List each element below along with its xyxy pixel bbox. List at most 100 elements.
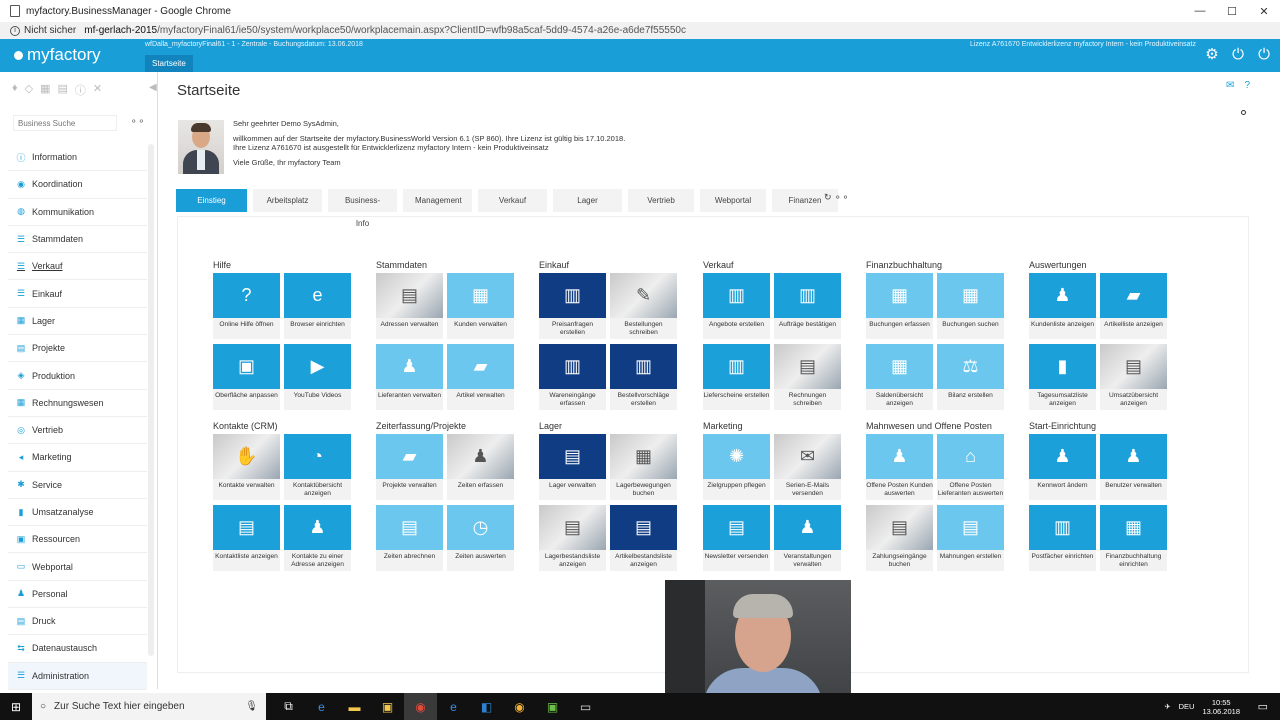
sidebar-item-projekte[interactable]: ▤ Projekte — [8, 335, 147, 363]
recorder-icon[interactable]: ▭ — [569, 693, 602, 720]
tab-lager[interactable]: Lager — [553, 189, 622, 212]
business-search-input[interactable] — [13, 115, 117, 131]
tab-einstieg[interactable]: Einstieg — [176, 189, 247, 212]
tile[interactable]: ▥ Postfächer einrichten — [1029, 505, 1096, 571]
sidebar-item-lager[interactable]: ▦ Lager — [8, 308, 147, 336]
tile[interactable]: ⚖ Bilanz erstellen — [937, 344, 1004, 410]
refresh-icon[interactable]: ↻ ⚬⚬ — [824, 192, 849, 203]
tile[interactable]: ▤ Zeiten abrechnen — [376, 505, 443, 571]
tile[interactable]: ✉ Serien-E-Mails versenden — [774, 434, 841, 500]
search-options-icon[interactable]: ⚬⚬ — [130, 116, 145, 127]
sidebar-item-service[interactable]: ✱ Service — [8, 472, 147, 499]
settings-gear-icon[interactable]: ⚙ — [1204, 47, 1220, 63]
tile[interactable]: ▰ Artikelliste anzeigen — [1100, 273, 1167, 339]
tile[interactable]: ▦ Saldenübersicht anzeigen — [866, 344, 933, 410]
tile[interactable]: ♟ Kennwort ändern — [1029, 434, 1096, 500]
notification-icon[interactable]: ▭ — [1258, 700, 1268, 713]
tile[interactable]: ▤ Umsatzübersicht anzeigen — [1100, 344, 1167, 410]
power-icon[interactable]: ⏻ — [1230, 47, 1246, 63]
tile[interactable]: ▦ Buchungen suchen — [937, 273, 1004, 339]
sidebar-item-einkauf[interactable]: ☰ Einkauf — [8, 280, 147, 308]
microphone-icon[interactable]: 🎙 — [245, 701, 258, 712]
tile[interactable]: ▰ Artikel verwalten — [447, 344, 514, 410]
tile[interactable]: ✺ Zielgruppen pflegen — [703, 434, 770, 500]
tile[interactable]: ⌂ Offene Posten Lieferanten auswerten — [937, 434, 1004, 500]
tile[interactable]: ▦ Finanzbuchhaltung einrichten — [1100, 505, 1167, 571]
sidebar-item-rechnungswesen[interactable]: ▦ Rechnungswesen — [8, 390, 147, 417]
edge-icon[interactable]: e — [305, 693, 338, 720]
tile[interactable]: ♟ Kontakte zu einer Adresse anzeigen — [284, 505, 351, 571]
tile[interactable]: ? Online Hilfe öffnen — [213, 273, 280, 339]
tab-vertrieb[interactable]: Vertrieb — [628, 189, 694, 212]
tile[interactable]: e Browser einrichten — [284, 273, 351, 339]
ie-icon[interactable]: e — [437, 693, 470, 720]
network-icon[interactable]: ✈ — [1164, 702, 1170, 711]
tab-verkauf[interactable]: Verkauf — [478, 189, 547, 212]
sidebar-scrollbar[interactable] — [148, 144, 154, 656]
eraser-icon[interactable]: ◇ — [25, 82, 33, 98]
sidebar-item-umsatzanalyse[interactable]: ▮ Umsatzanalyse — [8, 499, 147, 527]
sidebar-item-ressourcen[interactable]: ▣ Ressourcen — [8, 526, 147, 554]
tab-business-info[interactable]: Business-Info — [328, 189, 397, 228]
tile[interactable]: ♟ Veranstaltungen verwalten — [774, 505, 841, 571]
minimize-button[interactable]: — — [1184, 0, 1216, 22]
tile[interactable]: ▤ Lager verwalten — [539, 434, 606, 500]
tile[interactable]: ▥ Lieferscheine erstellen — [703, 344, 770, 410]
workspace-tab-startseite[interactable]: Startseite — [145, 55, 193, 72]
tile[interactable]: ♟ Kundenliste anzeigen — [1029, 273, 1096, 339]
tile[interactable]: ✎ Bestellungen schreiben — [610, 273, 677, 339]
tab-webportal[interactable]: Webportal — [700, 189, 766, 212]
outlook-icon[interactable]: ◧ — [470, 693, 503, 720]
sidebar-item-produktion[interactable]: ◈ Produktion — [8, 362, 147, 390]
tile[interactable]: ✋ Kontakte verwalten — [213, 434, 280, 500]
tile[interactable]: ▤ Mahnungen erstellen — [937, 505, 1004, 571]
info-icon[interactable]: i — [10, 25, 20, 36]
tab-arbeitsplatz[interactable]: Arbeitsplatz — [253, 189, 322, 212]
tile[interactable]: ▥ Bestellvorschläge erstellen — [610, 344, 677, 410]
tile[interactable]: ▣ Oberfläche anpassen — [213, 344, 280, 410]
tile[interactable]: ▤ Newsletter versenden — [703, 505, 770, 571]
tile[interactable]: ♟ Benutzer verwalten — [1100, 434, 1167, 500]
tile[interactable]: ▤ Lagerbestandsliste anzeigen — [539, 505, 606, 571]
url-text[interactable]: mf-gerlach-2015/myfactoryFinal61/ie50/sy… — [84, 25, 686, 36]
taskbar-search[interactable]: ○ Zur Suche Text hier eingeben 🎙 — [32, 693, 266, 720]
sidebar-item-personal[interactable]: ♟ Personal — [8, 581, 147, 609]
tile[interactable]: ▦ Lagerbewegungen buchen — [610, 434, 677, 500]
sidebar-item-stammdaten[interactable]: ☰ Stammdaten — [8, 226, 147, 254]
sidebar-item-verkauf[interactable]: ☰ Verkauf — [8, 253, 147, 281]
tile[interactable]: ▥ Wareneingänge erfassen — [539, 344, 606, 410]
tile[interactable]: ♟ Zeiten erfassen — [447, 434, 514, 500]
pin-icon[interactable]: ♦ — [12, 82, 18, 98]
help-icon[interactable]: ? — [1244, 80, 1250, 91]
tile[interactable]: ▥ Preisanfragen erstellen — [539, 273, 606, 339]
sidebar-item-druck[interactable]: ▤ Druck — [8, 608, 147, 636]
tile[interactable]: ▤ Kontaktliste anzeigen — [213, 505, 280, 571]
task-view-icon[interactable]: ⧉ — [272, 693, 305, 720]
sidebar-item-datenaustausch[interactable]: ⇆ Datenaustausch — [8, 635, 147, 663]
close-button[interactable]: ✕ — [1248, 0, 1280, 22]
tile[interactable]: ▦ Kunden verwalten — [447, 273, 514, 339]
calendar-icon[interactable]: ▦ — [40, 82, 50, 98]
tile[interactable]: ▮ Tagesumsatzliste anzeigen — [1029, 344, 1096, 410]
tile[interactable]: ▤ Zahlungseingänge buchen — [866, 505, 933, 571]
tile[interactable]: ▦ Buchungen erfassen — [866, 273, 933, 339]
chrome-icon[interactable]: ◉ — [404, 693, 437, 720]
sidebar-item-administration[interactable]: ☰ Administration — [8, 662, 147, 690]
language-indicator[interactable]: DEU — [1179, 702, 1195, 711]
tile[interactable]: ♟ Offene Posten Kunden auswerten — [866, 434, 933, 500]
tile[interactable]: ▥ Angebote erstellen — [703, 273, 770, 339]
info-circle-icon[interactable]: ⓘ — [75, 82, 86, 98]
sidebar-item-webportal[interactable]: ▭ Webportal — [8, 553, 147, 581]
tab-management[interactable]: Management — [403, 189, 472, 212]
app-logo[interactable]: myfactory — [14, 45, 101, 65]
tile[interactable]: ▤ Adressen verwalten — [376, 273, 443, 339]
logout-icon[interactable]: ⏻ — [1256, 47, 1272, 63]
sidebar-item-koordination[interactable]: ◉ Koordination — [8, 171, 147, 199]
tile[interactable]: ◔ Kontaktübersicht anzeigen — [284, 434, 351, 500]
tile[interactable]: ▰ Projekte verwalten — [376, 434, 443, 500]
windows-start-icon[interactable]: ⊞ — [0, 693, 32, 720]
camtasia-icon[interactable]: ▣ — [536, 693, 569, 720]
tile[interactable]: ▤ Rechnungen schreiben — [774, 344, 841, 410]
maximize-button[interactable]: ☐ — [1216, 0, 1248, 22]
tile[interactable]: ♟ Lieferanten verwalten — [376, 344, 443, 410]
